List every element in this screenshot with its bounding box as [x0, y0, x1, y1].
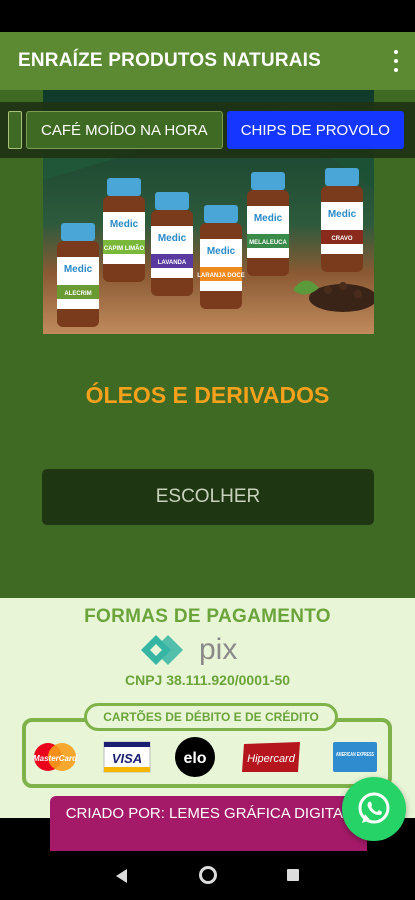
- app-title: ENRAÍZE PRODUTOS NATURAIS: [18, 50, 322, 71]
- svg-text:Hipercard: Hipercard: [247, 753, 296, 765]
- more-vert-icon[interactable]: [391, 50, 401, 72]
- whatsapp-icon: [358, 792, 390, 824]
- section-title: ÓLEOS E DERIVADOS: [85, 382, 330, 408]
- elo-icon: elo: [175, 737, 215, 777]
- svg-text:MELALEUCA: MELALEUCA: [249, 240, 287, 246]
- svg-text:CRAVO: CRAVO: [331, 236, 353, 242]
- home-icon[interactable]: [199, 866, 217, 884]
- tab-previous[interactable]: [8, 111, 22, 149]
- svg-text:pix: pix: [199, 633, 237, 666]
- svg-text:Medic: Medic: [64, 264, 93, 275]
- app-bar: ENRAÍZE PRODUTOS NATURAIS: [0, 32, 415, 90]
- credit-banner[interactable]: CRIADO POR: LEMES GRÁFICA DIGITAL: [50, 796, 367, 851]
- svg-text:VISA: VISA: [112, 751, 142, 766]
- amex-icon: AMERICAN EXPRESS: [333, 742, 377, 772]
- bottle-6: [321, 168, 363, 272]
- svg-text:elo: elo: [183, 750, 206, 767]
- bottle-3: [151, 192, 193, 296]
- tab-chips-provolone[interactable]: CHIPS DE PROVOLO: [226, 111, 404, 149]
- bottle-1: [57, 223, 99, 327]
- category-tabs: CAFÉ MOÍDO NA HORA CHIPS DE PROVOLO: [0, 102, 415, 158]
- bottle-5: [247, 172, 289, 276]
- svg-text:Medic: Medic: [328, 209, 357, 220]
- cards-title: CARTÕES DE DÉBITO E DE CRÉDITO: [84, 703, 338, 731]
- payment-title: FORMAS DE PAGAMENTO: [84, 606, 331, 627]
- svg-text:ALECRIM: ALECRIM: [64, 291, 91, 297]
- svg-text:Medic: Medic: [207, 246, 236, 257]
- svg-text:Medic: Medic: [110, 219, 139, 230]
- hipercard-icon: Hipercard: [242, 742, 300, 772]
- cnpj-text: CNPJ 38.111.920/0001-50: [124, 672, 291, 688]
- svg-text:CAPIM LIMÃO: CAPIM LIMÃO: [104, 245, 145, 252]
- choose-button[interactable]: ESCOLHER: [42, 469, 374, 525]
- visa-icon: VISA: [103, 741, 151, 773]
- pix-icon: pix: [141, 633, 237, 666]
- svg-text:AMERICAN EXPRESS: AMERICAN EXPRESS: [336, 752, 374, 758]
- svg-text:Medic: Medic: [158, 233, 187, 244]
- mastercard-icon: MasterCard: [33, 743, 78, 771]
- status-bar: [0, 0, 415, 32]
- whatsapp-button[interactable]: [342, 777, 406, 841]
- tab-cafe-moido[interactable]: CAFÉ MOÍDO NA HORA: [26, 111, 223, 149]
- svg-text:MasterCard: MasterCard: [33, 754, 78, 763]
- bottle-4: [200, 205, 242, 309]
- svg-text:LAVANDA: LAVANDA: [158, 260, 187, 266]
- svg-text:LARANJA DOCE: LARANJA DOCE: [197, 273, 244, 279]
- back-icon[interactable]: [116, 869, 127, 883]
- bottle-2: [103, 178, 145, 282]
- recents-icon[interactable]: [287, 869, 299, 881]
- svg-text:Medic: Medic: [254, 213, 283, 224]
